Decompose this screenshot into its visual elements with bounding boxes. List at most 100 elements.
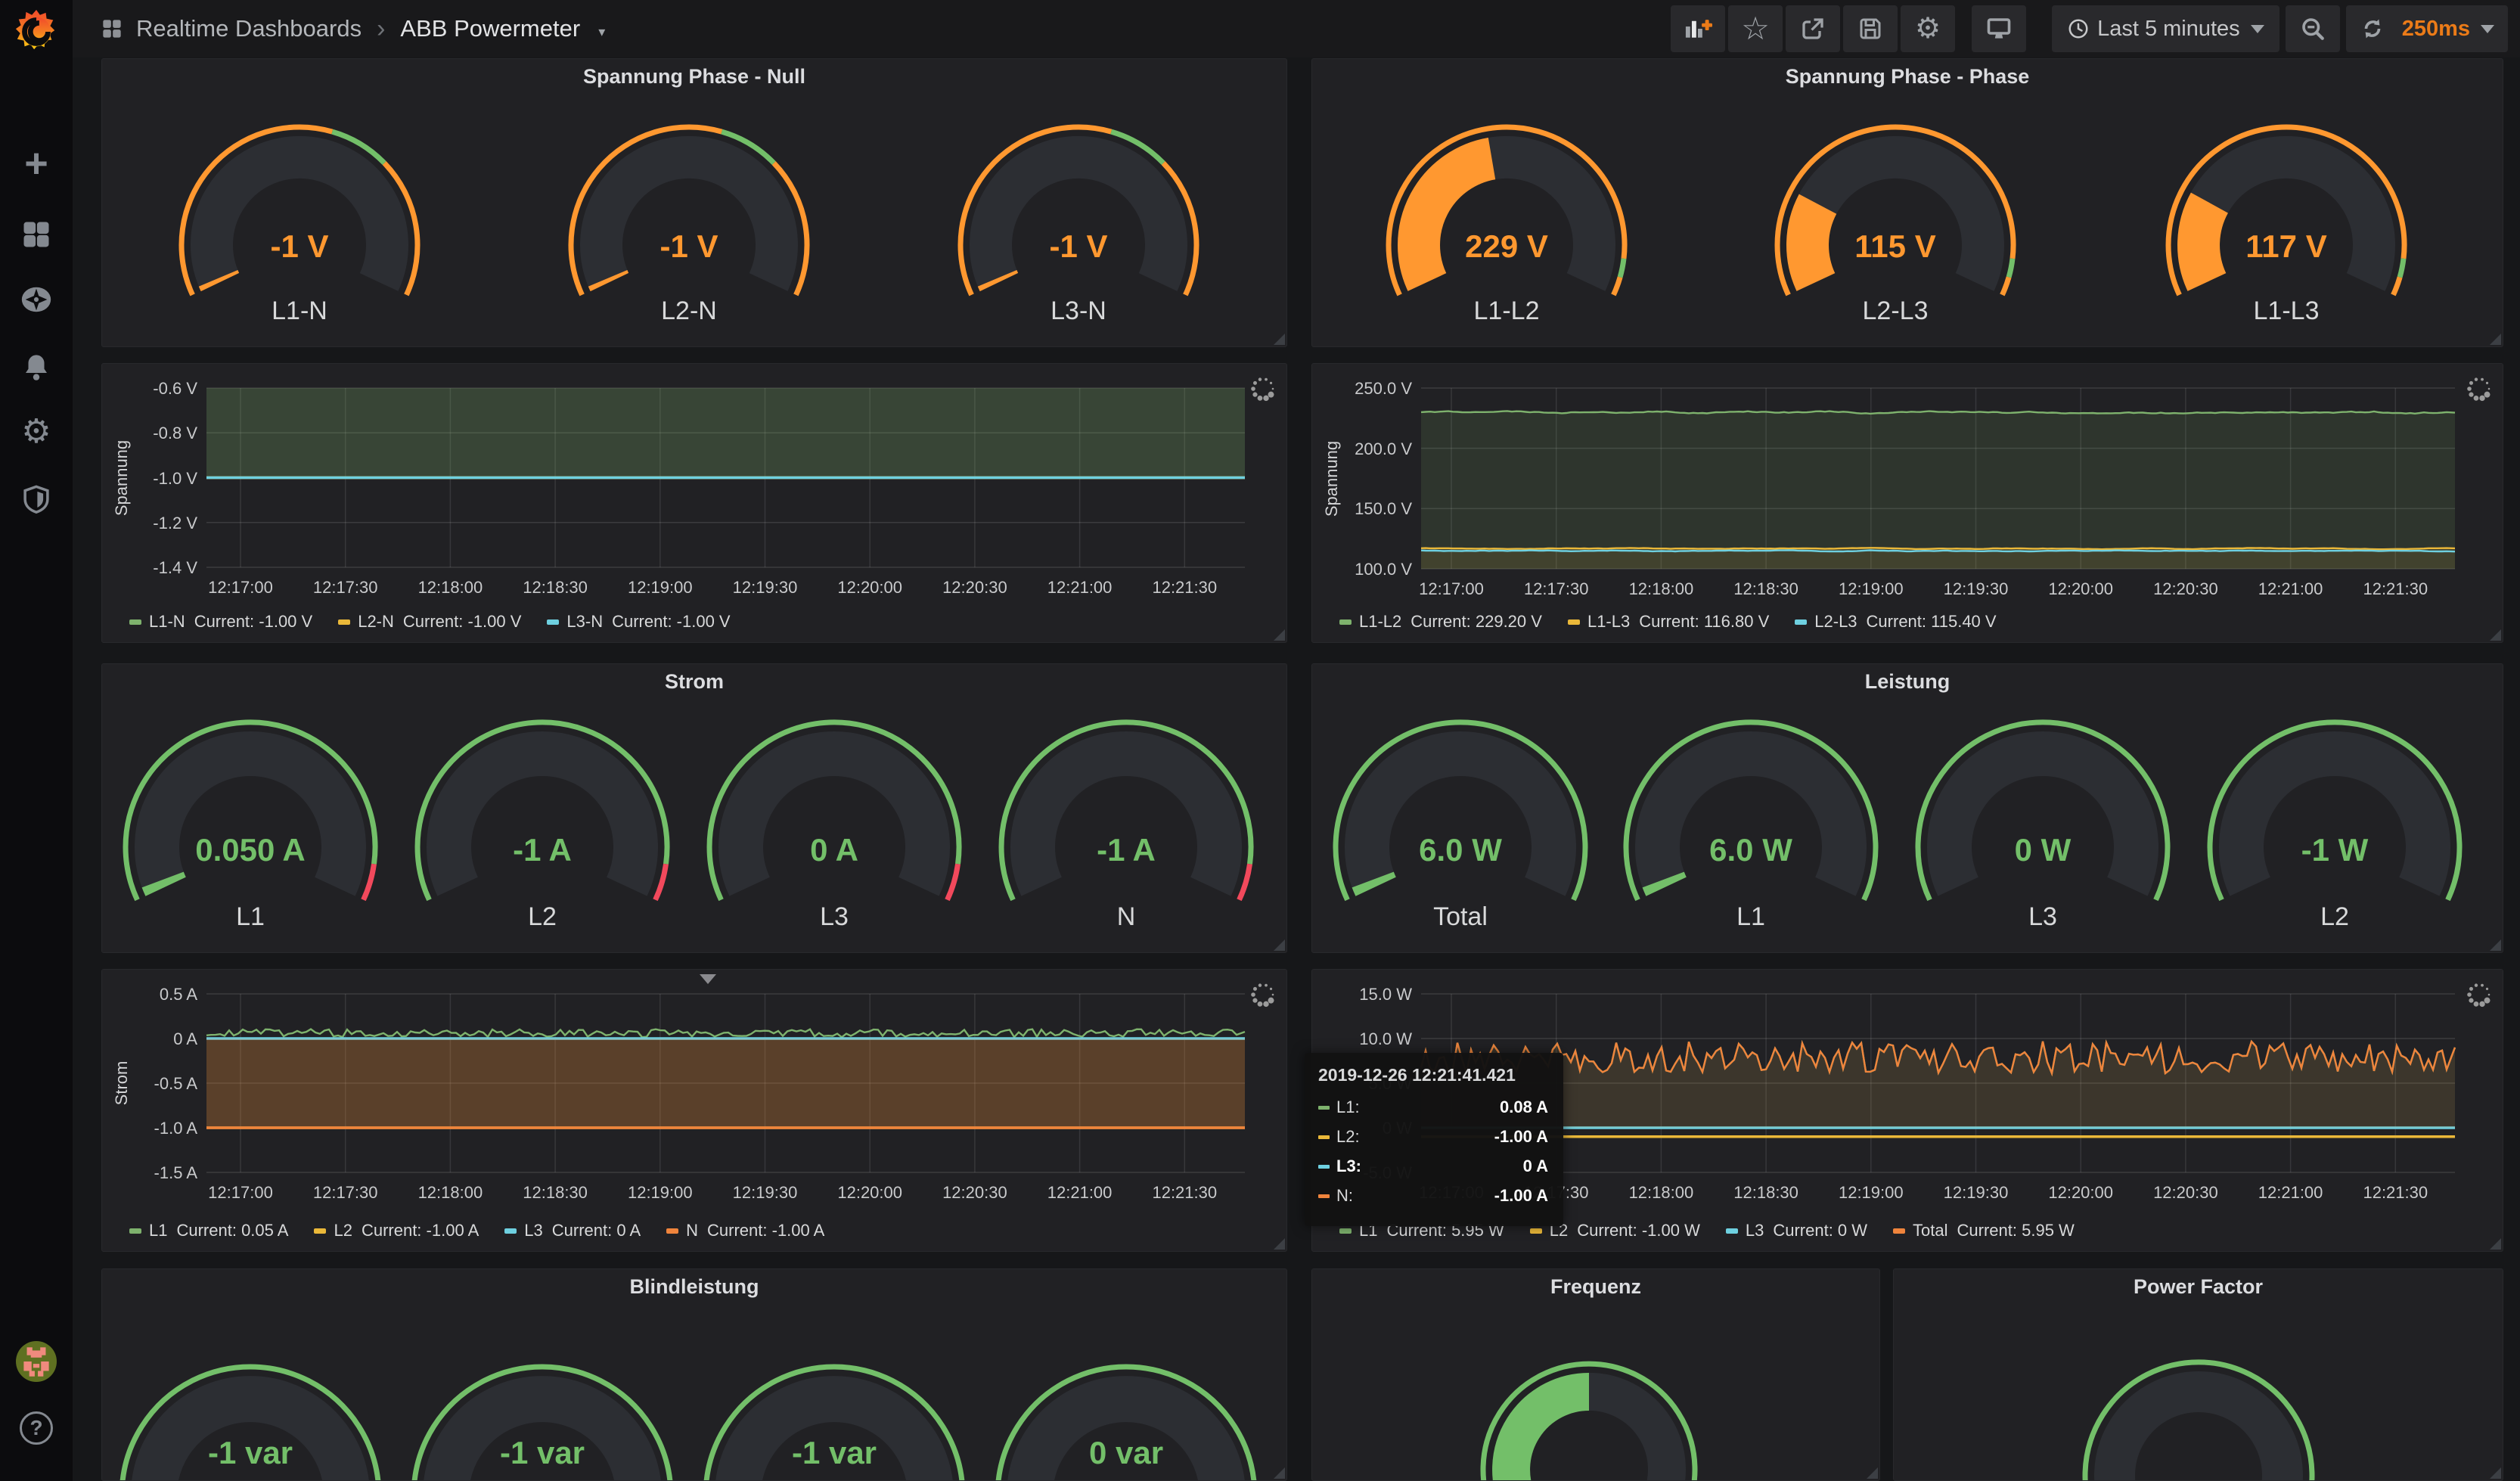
sidebar-item-user-avatar[interactable] [0, 1333, 73, 1390]
panel-title[interactable]: Spannung Phase - Phase [1312, 65, 2503, 88]
time-range-label: Last 5 minutes [2097, 17, 2240, 42]
gauge-L2-L3: 115 VL2-L3 [1777, 127, 2013, 325]
create-icon: + [24, 143, 48, 184]
legend-series-name: L2-L3 [1814, 612, 1857, 632]
gauge-label: L3-N [1051, 297, 1106, 325]
x-axis-tick: 12:21:30 [2342, 1183, 2448, 1203]
legend-item-n[interactable]: NCurrent: -1.00 A [666, 1221, 824, 1240]
panel-resize-handle[interactable] [1867, 1467, 1878, 1479]
sidebar-item-alerting[interactable] [0, 339, 73, 396]
panel-title[interactable]: Power Factor [1894, 1275, 2503, 1299]
settings-button[interactable]: ⚙ [1901, 5, 1955, 52]
x-axis-tick: 12:18:30 [1713, 1183, 1819, 1203]
sidebar-item-dashboards[interactable] [0, 206, 73, 263]
panel-resize-handle[interactable] [2490, 334, 2501, 345]
legend-item-l1-l2[interactable]: L1-L2Current: 229.20 V [1339, 612, 1542, 632]
tooltip-series-name: L2: [1336, 1127, 1360, 1147]
legend-item-l3-n[interactable]: L3-NCurrent: -1.00 V [547, 612, 730, 632]
panel-resize-handle[interactable] [2490, 1467, 2501, 1479]
panel-resize-handle[interactable] [2490, 1238, 2501, 1250]
sidebar-item-create[interactable]: + [0, 135, 73, 192]
add-panel-button[interactable] [1671, 5, 1725, 52]
panel-title[interactable]: Blindleistung [102, 1275, 1286, 1299]
panel-resize-handle[interactable] [2490, 939, 2501, 951]
panel-resize-handle[interactable] [1274, 1467, 1285, 1479]
panel-title[interactable]: Spannung Phase - Null [102, 65, 1286, 88]
breadcrumb[interactable]: Realtime Dashboards › ABB Powermeter ▾ [101, 14, 605, 44]
panel-resize-handle[interactable] [1274, 1238, 1285, 1250]
legend-item-total[interactable]: TotalCurrent: 5.95 W [1893, 1221, 2075, 1240]
panel-resize-handle[interactable] [1274, 939, 1285, 951]
panel-menu-caret-icon[interactable] [700, 974, 716, 984]
refresh-picker[interactable]: 250ms [2346, 5, 2508, 52]
sidebar-item-explore[interactable] [0, 271, 73, 328]
gauge-value: 0 A [810, 832, 858, 868]
legend-series-name: L1 [149, 1221, 167, 1240]
legend-item-l1-n[interactable]: L1-NCurrent: -1.00 V [129, 612, 312, 632]
y-axis-label: Strom [112, 1061, 132, 1106]
panel-title[interactable]: Leistung [1312, 670, 2503, 694]
gauge-value-arc [608, 278, 610, 282]
legend-item-l2[interactable]: L2Current: -1.00 A [314, 1221, 479, 1240]
y-axis-tick: 10.0 W [1329, 1029, 1412, 1049]
gauge-threshold-arc [2393, 278, 2400, 295]
star-button[interactable]: ☆ [1728, 5, 1783, 52]
explore-icon [19, 282, 54, 317]
chevron-down-icon[interactable]: ▾ [598, 18, 605, 40]
panel-title[interactable]: Frequenz [1312, 1275, 1879, 1299]
legend-item-l1[interactable]: L1Current: 0.05 A [129, 1221, 288, 1240]
legend-swatch-icon [547, 619, 559, 625]
sidebar-item-configuration[interactable]: ⚙ [0, 403, 73, 461]
chart-panel-2: 0.5 A0 A-0.5 A-1.0 A-1.5 A12:17:0012:17:… [101, 969, 1287, 1252]
gauge-group: 229 VL1-L2115 VL2-L3117 VL1-L3 [1312, 59, 2503, 347]
cycle-view-button[interactable] [1972, 5, 2026, 52]
chart-legend: L1-L2Current: 229.20 V L1-L3Current: 116.… [1339, 612, 1997, 632]
panel-title[interactable]: Strom [102, 670, 1286, 694]
x-axis-tick: 12:18:30 [502, 1183, 608, 1203]
legend-swatch-icon [1726, 1228, 1738, 1234]
y-axis-tick: -0.6 V [114, 379, 197, 399]
x-axis-tick: 12:20:30 [922, 1183, 1028, 1203]
save-button[interactable] [1843, 5, 1898, 52]
chart-plot[interactable] [102, 970, 1287, 1252]
sidebar-item-help[interactable]: ? [0, 1399, 73, 1457]
gauge-threshold-arc [364, 864, 374, 899]
gauge-threshold-arc [1240, 864, 1250, 899]
gauge-N: -1 AN [1001, 722, 1251, 931]
gauge-L1: 0.050 AL1 [126, 722, 375, 931]
breadcrumb-dashboard-title[interactable]: ABB Powermeter [400, 15, 580, 42]
gauge-threshold-arc [1620, 259, 1624, 278]
gauge-frequenz-0 [1483, 1364, 1695, 1481]
chart-plot[interactable] [1312, 364, 2503, 643]
x-axis-tick: 12:21:30 [2342, 579, 2448, 599]
gauge-L1-N: -1 VL1-N [182, 127, 417, 325]
chart-plot[interactable] [102, 364, 1287, 643]
legend-series-name: L1-N [149, 612, 185, 632]
breadcrumb-group[interactable]: Realtime Dashboards [136, 15, 362, 42]
sidebar-item-server-admin[interactable] [0, 470, 73, 528]
time-picker-button[interactable]: Last 5 minutes [2052, 5, 2279, 52]
panel-blindleistung: Blindleistung-1 var-1 var-1 var0 var [101, 1268, 1287, 1481]
y-axis-label: Spannung [1322, 440, 1342, 516]
gauge-value-arc [998, 278, 999, 282]
panel-resize-handle[interactable] [2490, 629, 2501, 641]
legend-item-l2-l3[interactable]: L2-L3Current: 115.40 V [1795, 612, 1996, 632]
share-button[interactable] [1786, 5, 1840, 52]
x-axis-tick: 12:19:00 [1818, 579, 1924, 599]
zoom-out-button[interactable] [2286, 5, 2340, 52]
legend-series-current: Current: 0 A [552, 1221, 641, 1240]
x-axis-tick: 12:20:00 [817, 578, 923, 598]
series-fill-n [206, 1039, 1245, 1128]
settings-icon: ⚙ [1915, 14, 1941, 43]
panel-resize-handle[interactable] [1274, 334, 1285, 345]
gauge-group: 6.0 WTotal6.0 WL10 WL3-1 WL2 [1312, 664, 2503, 953]
x-axis-tick: 12:17:30 [1504, 579, 1609, 599]
legend-item-l1-l3[interactable]: L1-L3Current: 116.80 V [1568, 612, 1769, 632]
grafana-logo-icon[interactable] [0, 3, 73, 61]
legend-item-l3[interactable]: L3Current: 0 W [1726, 1221, 1867, 1240]
legend-item-l2-n[interactable]: L2-NCurrent: -1.00 V [338, 612, 521, 632]
panel-resize-handle[interactable] [1274, 629, 1285, 641]
legend-item-l3[interactable]: L3Current: 0 A [504, 1221, 641, 1240]
gauge-threshold-arc [1613, 278, 1620, 295]
x-axis-tick: 12:20:30 [2133, 579, 2239, 599]
